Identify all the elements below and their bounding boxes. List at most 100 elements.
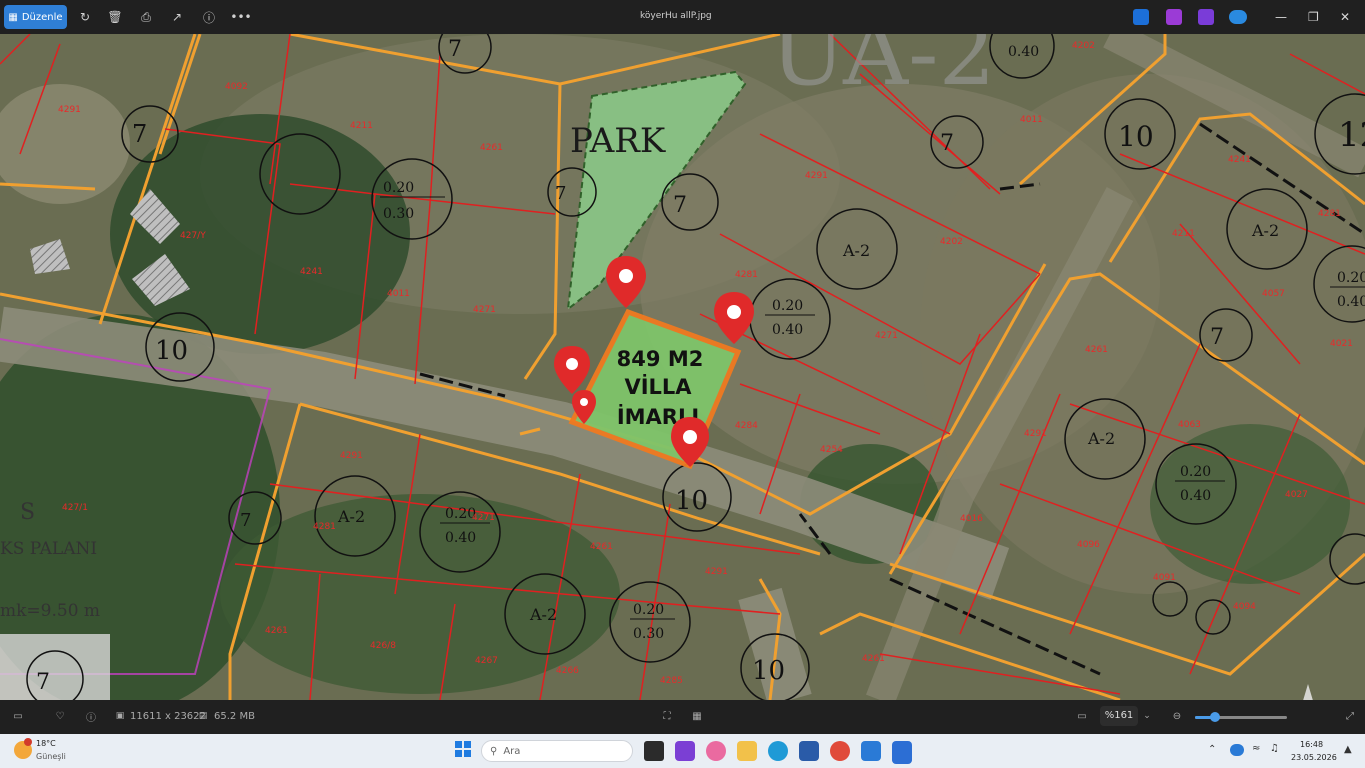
onedrive-icon[interactable] [1230,744,1244,756]
delete-button[interactable]: 🗑 [106,5,124,29]
svg-text:S: S [20,500,35,525]
svg-text:4027: 4027 [1285,490,1308,500]
svg-text:4211: 4211 [350,121,373,131]
svg-text:A-2: A-2 [1087,429,1115,448]
svg-text:0.20: 0.20 [1337,270,1365,286]
status-bar: ▭ ♡ ⓘ ▣ 11611 x 23622 ▤ 65.2 MB ⛶ ▦ ▭ %1… [0,700,1365,734]
share-icon: ↗ [171,10,183,24]
wifi-icon[interactable]: ≈ [1252,743,1260,754]
weather-text: Güneşli [36,752,66,761]
zoom-out-icon[interactable]: ⊖ [1170,709,1184,723]
zoom-slider[interactable] [1195,712,1287,722]
close-button[interactable]: ✕ [1340,10,1350,24]
info-icon: ⓘ [202,10,215,25]
svg-text:4016: 4016 [960,514,983,524]
svg-text:4211: 4211 [1172,229,1195,239]
svg-text:0.30: 0.30 [383,206,414,222]
app-tile-icon[interactable] [861,741,881,761]
svg-text:0.20: 0.20 [383,180,414,196]
rotate-button[interactable]: ↻ [76,5,94,29]
svg-text:0.30: 0.30 [633,626,664,642]
svg-text:0.40: 0.40 [1008,44,1039,60]
weather-temp: 18°C [36,739,56,748]
edit-button[interactable]: ▦ Düzenle [4,5,67,29]
svg-text:4291: 4291 [705,567,728,577]
svg-text:0.20: 0.20 [633,602,664,618]
white-roof [0,634,110,700]
file-size: 65.2 MB [214,711,255,722]
tray-chevron-icon[interactable]: ⌃ [1208,744,1216,755]
svg-text:426/8: 426/8 [370,641,396,651]
svg-text:4261: 4261 [590,542,613,552]
teams-icon[interactable] [675,741,695,761]
svg-text:A-2: A-2 [842,241,870,260]
svg-text:4241: 4241 [300,267,323,277]
svg-text:4271: 4271 [875,331,898,341]
notification-badge [24,738,32,746]
svg-text:7: 7 [673,193,687,218]
actual-size-icon[interactable]: ▦ [690,709,704,723]
svg-text:0.40: 0.40 [445,530,476,546]
fit-icon[interactable]: ⛶ [660,709,674,723]
more-button[interactable]: ••• [230,5,252,29]
svg-text:7: 7 [132,120,147,148]
chrome-icon[interactable] [830,741,850,761]
svg-text:4091: 4091 [1153,573,1176,583]
info-button[interactable]: ⓘ [200,5,218,29]
edge-icon[interactable] [768,741,788,761]
rotate-icon: ↻ [79,10,91,24]
window-title: köyerHu allP.jpg [640,11,712,21]
photos-app-icon[interactable] [892,741,912,764]
svg-text:0.40: 0.40 [1337,294,1365,310]
fullscreen-icon[interactable]: ⤢ [1343,709,1357,723]
cloud-icon[interactable] [1229,10,1247,24]
block-code: UA-2 [770,34,996,106]
svg-text:4254: 4254 [820,445,843,455]
maximize-button[interactable]: ❐ [1308,10,1319,24]
zoom-slider-thumb[interactable] [1210,712,1220,722]
share-button[interactable]: ↗ [168,5,186,29]
zoom-level[interactable]: %161 [1100,706,1138,726]
svg-text:4271: 4271 [473,305,496,315]
svg-text:4284: 4284 [735,421,758,431]
clock-date[interactable]: 23.05.2026 [1291,753,1337,762]
volume-icon[interactable]: ♫ [1270,743,1279,754]
app-icon-1[interactable] [1133,9,1149,25]
clock-time[interactable]: 16:48 [1300,740,1323,749]
store-icon[interactable] [799,741,819,761]
svg-text:0.20: 0.20 [1180,464,1211,480]
app-icon-2[interactable] [1166,9,1182,25]
park-label: PARK [570,121,666,161]
copilot-icon[interactable] [706,741,726,761]
notification-bell-icon[interactable]: ▲ [1344,744,1352,755]
file-explorer-icon[interactable] [737,741,757,761]
svg-text:4281: 4281 [1318,209,1341,219]
svg-text:4261: 4261 [1085,345,1108,355]
svg-text:4267: 4267 [475,656,498,666]
svg-text:4202: 4202 [1072,41,1095,51]
svg-text:7: 7 [240,510,251,531]
app-icon-3[interactable] [1198,9,1214,25]
print-button[interactable]: ⎙ [137,5,155,29]
task-view-icon[interactable] [644,741,664,761]
svg-text:A-2: A-2 [529,605,557,624]
image-edit-icon: ▦ [8,11,18,23]
svg-text:4266: 4266 [556,666,579,676]
svg-text:4063: 4063 [1178,420,1201,430]
favorite-icon[interactable]: ♡ [53,710,67,722]
svg-text:427/Y: 427/Y [180,231,206,241]
start-button[interactable] [455,741,471,757]
svg-text:4281: 4281 [313,522,336,532]
search-box[interactable]: ⚲ Ara [481,740,633,762]
svg-text:7: 7 [555,183,566,204]
minimize-button[interactable]: — [1275,10,1287,24]
info-circle-icon[interactable]: ⓘ [84,710,98,724]
fit-window-icon[interactable]: ▭ [1075,709,1089,723]
image-dimensions: 11611 x 23622 [130,711,206,722]
image-canvas[interactable]: PARK UA-2 7 7 10 7 7 10 1 7 10 10 7 7 7 … [0,34,1365,700]
search-icon: ⚲ [490,745,498,757]
file-size-icon: ▤ [198,711,208,721]
filmstrip-icon[interactable]: ▭ [11,710,25,722]
svg-text:7: 7 [1210,325,1224,350]
chevron-down-icon[interactable]: ⌄ [1142,710,1152,722]
